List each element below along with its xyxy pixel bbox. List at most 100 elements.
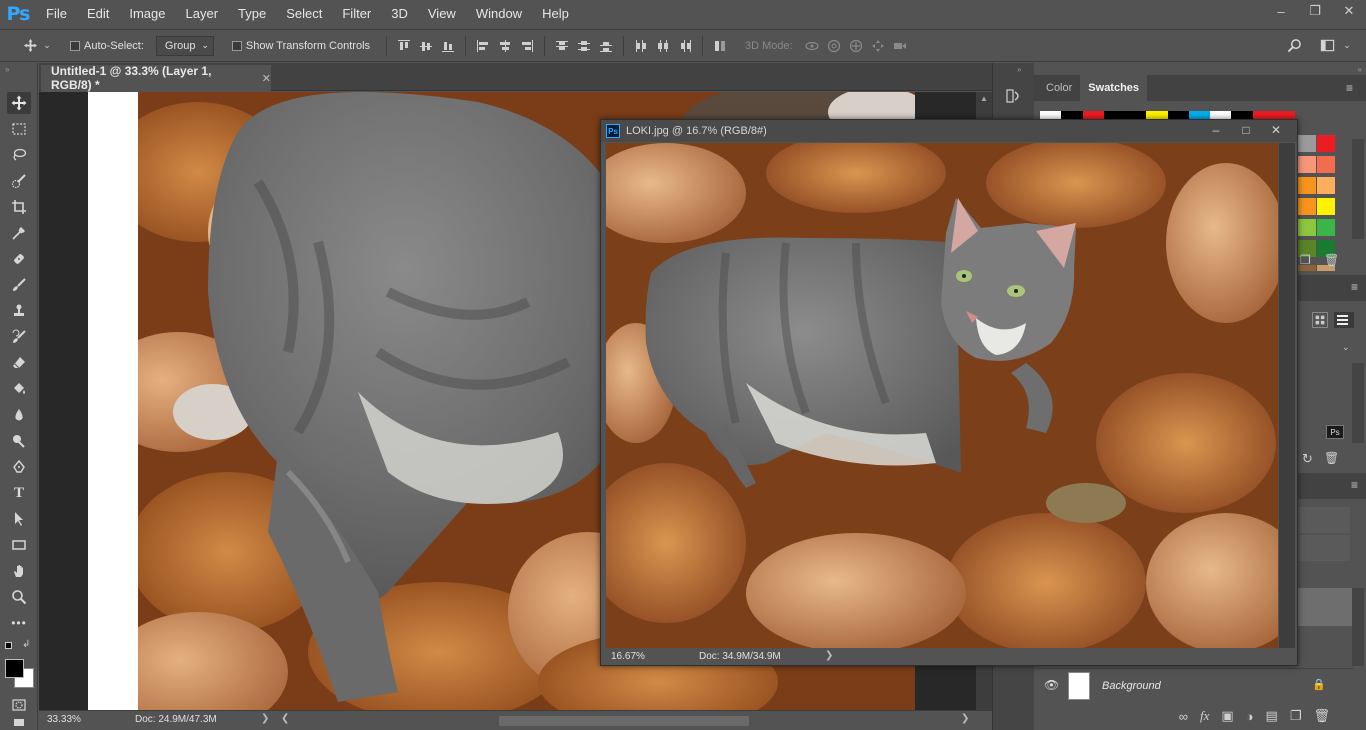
swatch[interactable]	[1103, 111, 1125, 119]
grid-view-icon[interactable]	[1312, 312, 1328, 328]
quick-select-tool-icon[interactable]	[7, 170, 31, 192]
floating-vertical-scrollbar[interactable]	[1279, 143, 1295, 648]
swatch[interactable]	[1210, 111, 1232, 119]
auto-align-icon[interactable]	[709, 36, 731, 56]
swatch[interactable]	[1317, 219, 1335, 236]
3d-pan-icon[interactable]	[845, 36, 867, 56]
menu-window[interactable]: Window	[466, 0, 532, 28]
swatch[interactable]	[1061, 111, 1083, 119]
swatch[interactable]	[1317, 177, 1335, 194]
sync-icon[interactable]: ↻	[1302, 451, 1313, 467]
new-layer-icon[interactable]: ❐	[1290, 708, 1302, 724]
pen-tool-icon[interactable]	[7, 456, 31, 478]
collapse-icon[interactable]: »	[5, 65, 9, 74]
close-icon[interactable]: ✕	[1261, 120, 1291, 142]
minimize-icon[interactable]: –	[1264, 0, 1298, 22]
swap-colors-icon[interactable]: ↲	[22, 639, 30, 650]
floating-document-window[interactable]: Ps LOKI.jpg @ 16.7% (RGB/8#) – □ ✕ 16.67…	[600, 119, 1298, 666]
layer-background[interactable]: 👁 Background 🔒	[1034, 668, 1354, 702]
list-view-icon[interactable]	[1334, 312, 1354, 328]
swatch[interactable]	[1298, 198, 1316, 215]
lasso-tool-icon[interactable]	[7, 144, 31, 166]
menu-filter[interactable]: Filter	[332, 0, 381, 28]
menu-select[interactable]: Select	[276, 0, 332, 28]
more-tools-icon[interactable]: •••	[7, 612, 31, 634]
rectangle-tool-icon[interactable]	[7, 534, 31, 556]
trash-icon[interactable]: 🗑	[1324, 451, 1339, 465]
libraries-scrollbar[interactable]	[1352, 363, 1364, 443]
swatch[interactable]	[1167, 111, 1189, 119]
healing-brush-tool-icon[interactable]	[7, 248, 31, 270]
show-transform-checkbox[interactable]	[231, 40, 242, 51]
swatch[interactable]	[1317, 156, 1335, 173]
close-icon[interactable]: ✕	[1332, 0, 1366, 22]
fx-icon[interactable]: fx	[1200, 708, 1209, 724]
distribute-vcenter-icon[interactable]	[573, 36, 595, 56]
scroll-left-icon[interactable]: ❮	[281, 713, 289, 724]
clone-stamp-tool-icon[interactable]	[7, 300, 31, 322]
type-tool-icon[interactable]: T	[7, 482, 31, 504]
tab-color[interactable]: Color	[1038, 75, 1080, 101]
brush-tool-icon[interactable]	[7, 274, 31, 296]
chevron-down-icon[interactable]: ⌄	[1342, 342, 1350, 353]
distribute-top-icon[interactable]	[551, 36, 573, 56]
menu-image[interactable]: Image	[119, 0, 175, 28]
history-brush-tool-icon[interactable]	[7, 326, 31, 348]
menu-edit[interactable]: Edit	[77, 0, 119, 28]
search-icon[interactable]	[1282, 38, 1306, 53]
trash-icon[interactable]: 🗑	[1324, 253, 1339, 267]
tab-untitled-1[interactable]: Untitled-1 @ 33.3% (Layer 1, RGB/8) * ✕	[41, 64, 271, 92]
move-tool-preset-icon[interactable]	[20, 38, 40, 53]
default-colors-icon[interactable]	[5, 642, 12, 649]
scroll-right-icon[interactable]: ❯	[961, 713, 969, 724]
eye-icon[interactable]: 👁	[1044, 678, 1059, 692]
collapse-icon[interactable]: »	[1017, 65, 1021, 74]
menu-help[interactable]: Help	[532, 0, 579, 28]
workspace-icon[interactable]	[1314, 38, 1340, 53]
3d-slide-icon[interactable]	[867, 36, 889, 56]
folder-icon[interactable]: ▤	[1266, 708, 1278, 724]
paint-bucket-tool-icon[interactable]	[7, 378, 31, 400]
menu-layer[interactable]: Layer	[176, 0, 229, 28]
swatch[interactable]	[1317, 198, 1335, 215]
loki-photo[interactable]	[606, 143, 1278, 648]
blur-tool-icon[interactable]	[7, 404, 31, 426]
panel-menu-icon[interactable]: ≡	[1351, 478, 1358, 492]
align-hcenter-icon[interactable]	[494, 36, 516, 56]
align-bottom-icon[interactable]	[437, 36, 459, 56]
scroll-up-icon[interactable]: ▲	[976, 94, 992, 103]
swatch[interactable]	[1188, 111, 1210, 119]
panel-menu-icon[interactable]: ≡	[1346, 75, 1366, 101]
restore-icon[interactable]: ❐	[1298, 0, 1332, 22]
move-tool-icon[interactable]	[7, 92, 31, 114]
doc-info[interactable]: Doc: 24.9M/47.3M	[135, 714, 217, 725]
history-panel-icon[interactable]	[1005, 87, 1023, 105]
align-top-icon[interactable]	[393, 36, 415, 56]
status-menu-icon[interactable]: ❯	[825, 650, 833, 661]
zoom-tool-icon[interactable]	[7, 586, 31, 608]
menu-view[interactable]: View	[418, 0, 466, 28]
lock-icon[interactable]: 🔒	[1312, 678, 1326, 691]
distribute-hcenter-icon[interactable]	[652, 36, 674, 56]
eyedropper-tool-icon[interactable]	[7, 222, 31, 244]
layer-mask-icon[interactable]: ▣	[1221, 708, 1233, 724]
horizontal-scroll-thumb[interactable]	[499, 716, 749, 726]
3d-rotate-icon[interactable]	[801, 36, 823, 56]
collapse-icon[interactable]: «	[1358, 65, 1362, 74]
swatch[interactable]	[1298, 135, 1316, 152]
panel-menu-icon[interactable]: ≡	[1351, 280, 1358, 294]
hand-tool-icon[interactable]	[7, 560, 31, 582]
swatches-scrollbar[interactable]	[1352, 139, 1364, 239]
menu-3d[interactable]: 3D	[381, 0, 418, 28]
link-layers-icon[interactable]: ∞	[1179, 709, 1188, 724]
chevron-down-icon[interactable]: ⌄	[40, 40, 54, 51]
floating-doc-info[interactable]: Doc: 34.9M/34.9M	[699, 651, 781, 662]
floating-zoom-level[interactable]: 16.67%	[611, 651, 645, 662]
new-swatch-icon[interactable]: ❐	[1300, 253, 1311, 267]
swatch[interactable]	[1231, 111, 1253, 119]
floating-window-titlebar[interactable]: Ps LOKI.jpg @ 16.7% (RGB/8#) – □ ✕	[601, 120, 1297, 142]
trash-icon[interactable]: 🗑	[1313, 708, 1330, 724]
layers-scrollbar[interactable]	[1352, 588, 1364, 666]
close-tab-icon[interactable]: ✕	[262, 72, 271, 85]
eraser-tool-icon[interactable]	[7, 352, 31, 374]
